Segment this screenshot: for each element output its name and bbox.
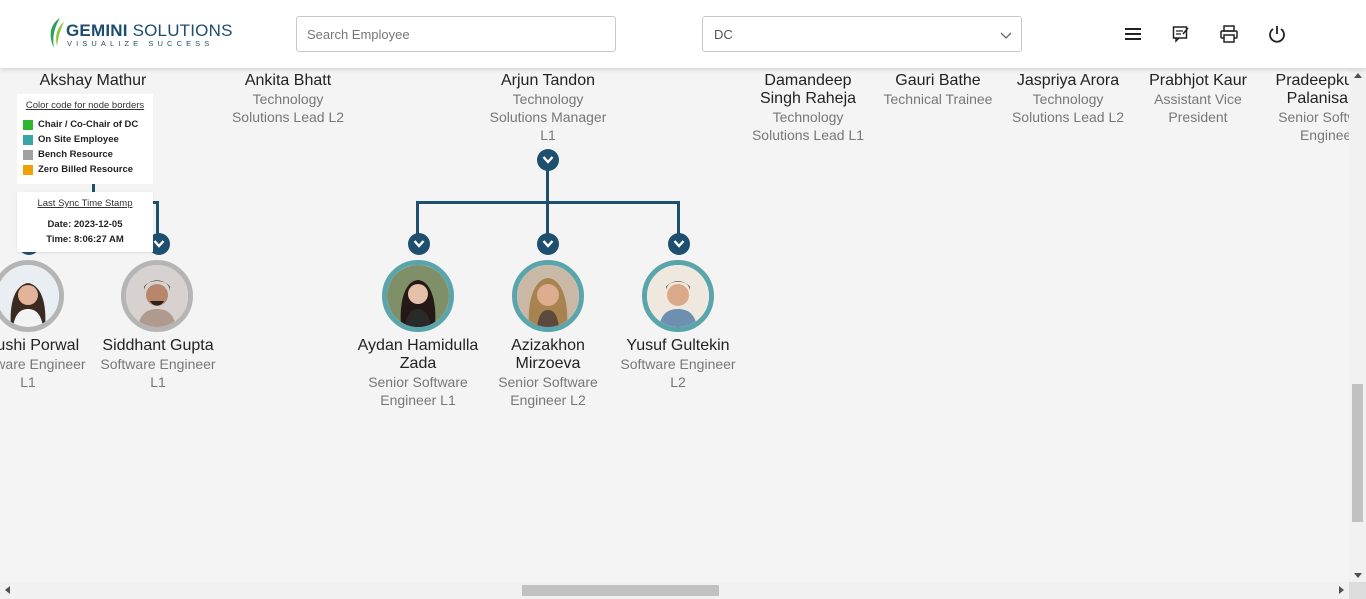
- expand-toggle-button[interactable]: [408, 233, 430, 255]
- legend-item: Zero Billed Resource: [17, 162, 153, 177]
- menu-icon[interactable]: [1123, 24, 1143, 44]
- chevron-down-icon: [1000, 32, 1012, 39]
- employee-name: Khushi Porwal: [0, 337, 80, 354]
- legend-item: On Site Employee: [17, 132, 153, 147]
- employee-name: Ankita Bhatt: [244, 72, 332, 89]
- employee-name: Siddhant Gupta: [102, 337, 214, 354]
- legend-item: Bench Resource: [17, 147, 153, 162]
- feedback-icon[interactable]: [1171, 24, 1191, 44]
- vertical-scrollbar[interactable]: [1349, 68, 1366, 583]
- scrollbar-corner: [1349, 582, 1366, 599]
- employee-node[interactable]: Gauri Bathe Technical Trainee: [873, 72, 1003, 108]
- legend-swatch: [23, 164, 33, 175]
- connector-line: [416, 201, 419, 235]
- employee-node[interactable]: Azizakhon Mirzoeva Senior Software Engin…: [483, 337, 613, 409]
- connector-line: [677, 201, 680, 235]
- expand-toggle-button[interactable]: [537, 233, 559, 255]
- last-sync-panel: Last Sync Time Stamp Date: 2023-12-05 Ti…: [17, 192, 153, 252]
- legend-swatch: [23, 119, 33, 130]
- border-color-legend: Color code for node borders Chair / Co-C…: [17, 94, 153, 184]
- employee-name: Damandeep Singh Raheja: [759, 72, 857, 107]
- employee-title: Assistant Vice President: [1154, 91, 1242, 125]
- employee-title: Technology Solutions Lead L2: [1011, 91, 1125, 125]
- sync-time: Time: 8:06:27 AM: [46, 234, 124, 245]
- employee-avatar[interactable]: [382, 260, 454, 332]
- expand-toggle-button[interactable]: [668, 233, 690, 255]
- employee-node[interactable]: Aydan Hamidulla Zada Senior Software Eng…: [353, 337, 483, 409]
- search-employee-input[interactable]: [296, 16, 616, 52]
- employee-title: Technical Trainee: [883, 91, 993, 107]
- sync-title: Last Sync Time Stamp: [37, 198, 133, 209]
- chevron-down-icon: [542, 156, 554, 164]
- legend-label: Chair / Co-Chair of DC: [38, 119, 139, 130]
- employee-node[interactable]: Prabhjot Kaur Assistant Vice President: [1133, 72, 1263, 126]
- employee-name: Prabhjot Kaur: [1149, 72, 1247, 89]
- connector-line: [416, 201, 680, 204]
- horizontal-scroll-thumb[interactable]: [522, 585, 719, 596]
- gemini-solutions-logo[interactable]: GEMINI SOLUTIONS VISUALIZE SUCCESS: [46, 16, 232, 52]
- employee-title: Technology Solutions Lead L1: [751, 109, 865, 143]
- dc-select[interactable]: DC: [702, 16, 1022, 52]
- employee-node[interactable]: Ankita Bhatt Technology Solutions Lead L…: [223, 72, 353, 126]
- legend-label: On Site Employee: [38, 134, 119, 145]
- logo-tagline: VISUALIZE SUCCESS: [67, 39, 214, 48]
- employee-node[interactable]: Akshay Mathur: [28, 72, 158, 90]
- sync-date: Date: 2023-12-05: [47, 219, 123, 230]
- employee-name: Pradeepkumar Palanisamy: [1275, 72, 1349, 107]
- employee-name: Azizakhon Mirzoeva: [511, 337, 585, 372]
- employee-title: Senior Software Engineer: [1278, 109, 1349, 143]
- chevron-down-icon: [542, 240, 554, 248]
- employee-title: Software Engineer L1: [0, 356, 86, 390]
- print-icon[interactable]: [1219, 24, 1239, 44]
- legend-title: Color code for node borders: [25, 100, 145, 111]
- employee-title: Senior Software Engineer L1: [368, 374, 468, 408]
- logo-leaf-icon: [50, 18, 64, 48]
- scroll-left-icon[interactable]: [5, 586, 10, 594]
- app-header: GEMINI SOLUTIONS VISUALIZE SUCCESS DC: [0, 0, 1366, 68]
- chevron-down-icon: [413, 240, 425, 248]
- employee-title: Technology Solutions Lead L2: [231, 91, 345, 125]
- legend-item: Chair / Co-Chair of DC: [17, 117, 153, 132]
- employee-avatar[interactable]: [121, 260, 193, 332]
- collapse-toggle-button[interactable]: [537, 149, 559, 171]
- employee-name: Aydan Hamidulla Zada: [357, 337, 479, 372]
- chevron-down-icon: [673, 240, 685, 248]
- employee-node[interactable]: Khushi Porwal Software Engineer L1: [0, 337, 93, 391]
- employee-name: Jaspriya Arora: [1016, 72, 1120, 89]
- chevron-down-icon: [153, 240, 165, 248]
- employee-node[interactable]: Jaspriya Arora Technology Solutions Lead…: [1003, 72, 1133, 126]
- horizontal-scrollbar[interactable]: [0, 582, 1349, 599]
- employee-node[interactable]: Pradeepkumar Palanisamy Senior Software …: [1263, 72, 1349, 144]
- scroll-up-icon[interactable]: [1354, 73, 1362, 78]
- employee-avatar[interactable]: [642, 260, 714, 332]
- legend-label: Bench Resource: [38, 149, 113, 160]
- logo-wordmark: GEMINI SOLUTIONS: [66, 21, 233, 40]
- legend-label: Zero Billed Resource: [38, 164, 134, 175]
- employee-title: Software Engineer L2: [620, 356, 736, 390]
- connector-line: [92, 184, 95, 192]
- employee-title: Technology Solutions Manager L1: [489, 91, 607, 143]
- employee-name: Arjun Tandon: [501, 72, 595, 89]
- legend-swatch: [23, 134, 33, 145]
- dc-select-value: DC: [714, 27, 733, 42]
- employee-name: Gauri Bathe: [895, 72, 981, 89]
- power-icon[interactable]: [1267, 24, 1287, 44]
- employee-node[interactable]: Yusuf Gultekin Software Engineer L2: [613, 337, 743, 391]
- scroll-down-icon[interactable]: [1354, 573, 1362, 578]
- scroll-right-icon[interactable]: [1339, 586, 1344, 594]
- vertical-scroll-thumb[interactable]: [1352, 384, 1363, 522]
- connector-line: [156, 201, 159, 235]
- employee-title: Senior Software Engineer L2: [498, 374, 598, 408]
- employee-name: Akshay Mathur: [39, 72, 147, 89]
- employee-title: Software Engineer L1: [100, 356, 216, 390]
- legend-swatch: [23, 149, 33, 160]
- employee-node-clip: Pradeepkumar Palanisamy Senior Software …: [1253, 72, 1349, 152]
- employee-node[interactable]: Damandeep Singh Raheja Technology Soluti…: [743, 72, 873, 144]
- employee-node[interactable]: Arjun Tandon Technology Solutions Manage…: [483, 72, 613, 144]
- employee-name: Yusuf Gultekin: [626, 337, 730, 354]
- employee-node[interactable]: Siddhant Gupta Software Engineer L1: [93, 337, 223, 391]
- employee-avatar[interactable]: [512, 260, 584, 332]
- employee-avatar[interactable]: [0, 260, 64, 332]
